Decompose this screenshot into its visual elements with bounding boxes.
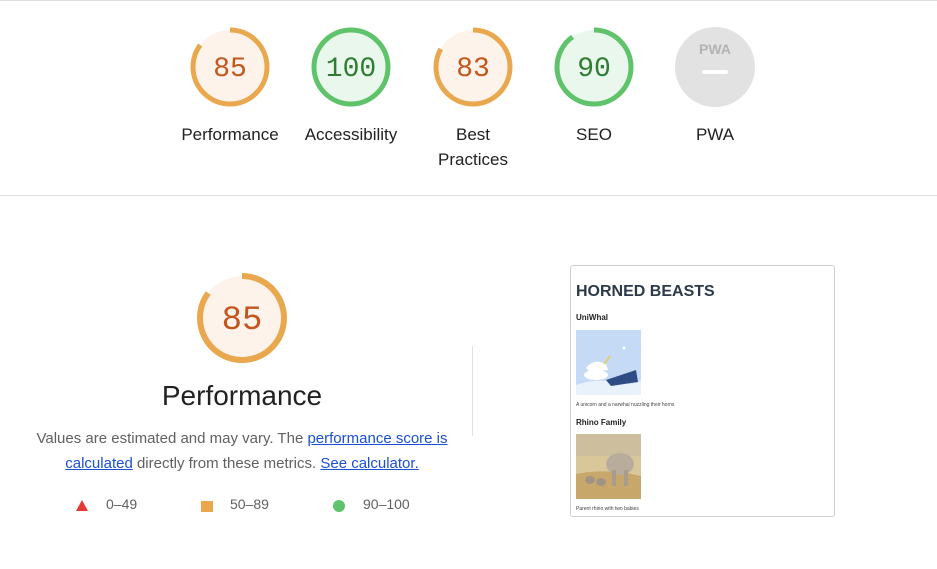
accessibility-score: 100 [326,54,376,85]
legend-average-range: 50–89 [230,496,269,512]
best-practices-label: Best Practices [438,125,508,169]
seo-score: 90 [577,54,611,85]
fail-triangle-icon [76,500,88,511]
page-screenshot-thumbnail[interactable]: HORNED BEASTS UniWhal A unicorn and a na… [570,265,835,517]
pwa-dash-icon [702,70,728,74]
score-gauges: 85 Performance 100 Accessibility 83 Best… [0,0,937,196]
gauge-best-practices[interactable]: 83 Best Practices [418,26,528,172]
performance-score: 85 [213,54,247,85]
seo-label: SEO [576,125,612,144]
best-practices-score: 83 [456,54,490,85]
screenshot-item1-title: UniWhal [576,313,608,322]
pass-circle-icon [333,500,345,512]
rhino-family-image [576,434,641,499]
gauge-seo[interactable]: 90 SEO [539,26,649,147]
unicorn-narwhal-image [576,330,641,395]
legend-fail: 0–49 [76,496,137,512]
legend-average: 50–89 [201,496,269,512]
average-square-icon [201,501,213,512]
gauge-performance[interactable]: 85 Performance [175,26,285,147]
screenshot-title: HORNED BEASTS [576,283,715,300]
accessibility-label: Accessibility [304,125,398,144]
performance-section: 85 Performance Values are estimated and … [0,196,937,569]
legend-fail-range: 0–49 [106,496,138,512]
performance-gauge-ring: 85 [190,27,270,107]
performance-title: Performance [161,380,323,411]
legend-pass-range: 90–100 [363,496,410,512]
gauge-pwa[interactable]: PWA PWA [660,26,770,147]
screenshot-item2-title: Rhino Family [576,418,627,427]
pwa-label: PWA [695,125,735,144]
pwa-gauge-badge: PWA [675,27,755,107]
best-practices-gauge-ring: 83 [433,27,513,107]
see-calculator-link[interactable]: See calculator. [320,455,418,472]
performance-description: Values are estimated and may vary. The p… [32,426,452,476]
screenshot-item1-caption: A unicorn and a narwhal nuzzling their h… [576,402,675,408]
description-text: Values are estimated and may vary. The [36,430,308,447]
pwa-badge-icon: PWA [699,41,731,57]
legend-pass: 90–100 [333,496,410,512]
gauge-accessibility[interactable]: 100 Accessibility [296,26,406,147]
performance-main-score: 85 [222,302,263,340]
performance-label: Performance [181,125,279,144]
vertical-divider [472,346,473,436]
performance-main-gauge: 85 [197,273,287,363]
description-text-2: directly from these metrics. [132,455,321,472]
screenshot-item2-caption: Parent rhino with two babies [576,506,639,512]
accessibility-gauge-ring: 100 [311,27,391,107]
seo-gauge-ring: 90 [554,27,634,107]
